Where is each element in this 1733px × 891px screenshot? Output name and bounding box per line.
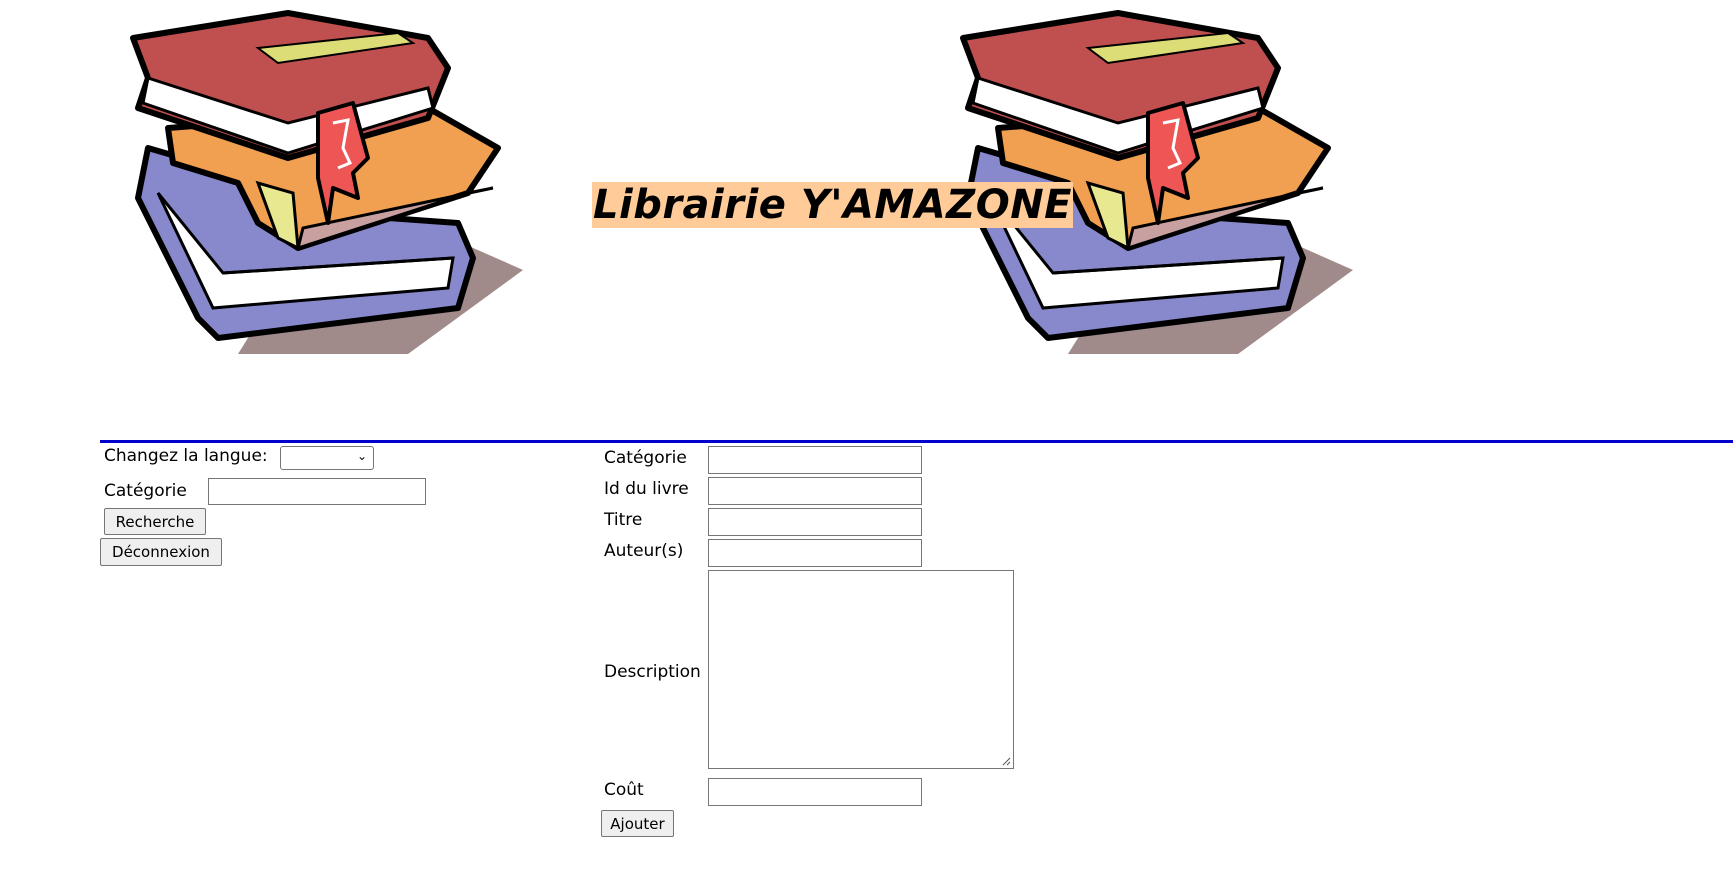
books-stack-right-image [960,10,1353,354]
site-title: Librairie Y'AMAZONE [592,182,1073,228]
language-label: Changez la langue: [104,446,268,466]
authors-label: Auteur(s) [604,541,684,561]
authors-input[interactable] [708,539,922,567]
description-label: Description [604,662,701,682]
book-id-input[interactable] [708,477,922,505]
description-textarea[interactable] [708,570,1014,769]
cost-label: Coût [604,780,644,800]
resize-handle-icon[interactable] [1001,756,1011,766]
chevron-down-icon: ⌄ [356,449,367,463]
header-divider [100,440,1733,443]
search-button[interactable]: Recherche [104,508,206,535]
search-category-input[interactable] [208,478,426,505]
logout-button[interactable]: Déconnexion [100,538,222,566]
add-button[interactable]: Ajouter [601,810,674,837]
search-category-label: Catégorie [104,481,187,501]
category-label: Catégorie [604,448,687,468]
book-id-label: Id du livre [604,479,689,499]
category-input[interactable] [708,446,922,474]
title-input[interactable] [708,508,922,536]
language-select[interactable]: ⌄ [280,446,374,470]
title-label: Titre [604,510,643,530]
books-stack-left-image [130,10,523,354]
cost-input[interactable] [708,778,922,806]
